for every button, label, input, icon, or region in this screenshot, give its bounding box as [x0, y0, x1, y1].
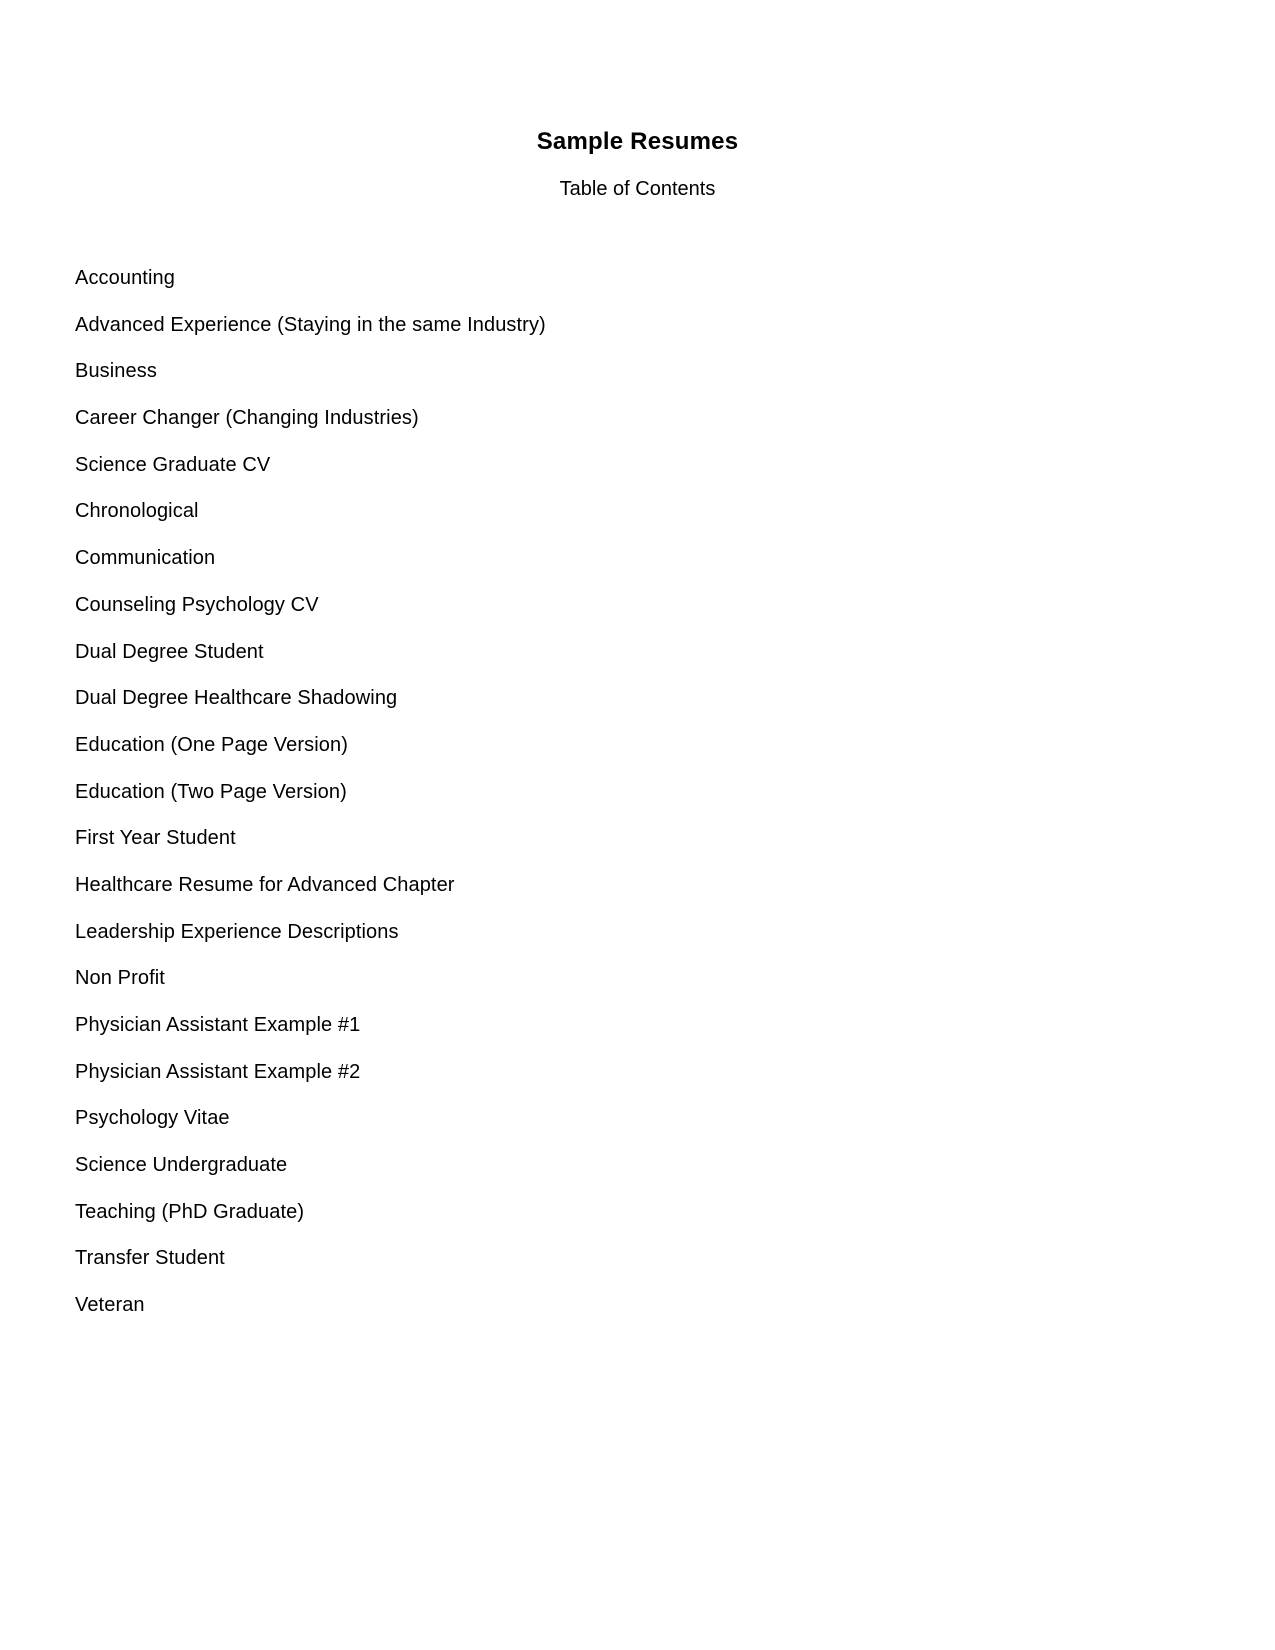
toc-item[interactable]: First Year Student [75, 825, 546, 851]
toc-item[interactable]: Psychology Vitae [75, 1105, 546, 1131]
toc-item[interactable]: Dual Degree Student [75, 639, 546, 665]
toc-item[interactable]: Education (Two Page Version) [75, 779, 546, 805]
toc-item[interactable]: Physician Assistant Example #1 [75, 1012, 546, 1038]
toc-item[interactable]: Teaching (PhD Graduate) [75, 1199, 546, 1225]
toc-item[interactable]: Dual Degree Healthcare Shadowing [75, 685, 546, 711]
toc-item[interactable]: Advanced Experience (Staying in the same… [75, 312, 546, 338]
toc-item[interactable]: Accounting [75, 265, 546, 291]
toc-item[interactable]: Career Changer (Changing Industries) [75, 405, 546, 431]
toc-item[interactable]: Education (One Page Version) [75, 732, 546, 758]
document-page: Sample Resumes Table of Contents Account… [0, 0, 1275, 1650]
table-of-contents: Accounting Advanced Experience (Staying … [75, 265, 546, 1339]
document-subtitle: Table of Contents [559, 178, 716, 200]
toc-item[interactable]: Non Profit [75, 965, 546, 991]
toc-item[interactable]: Healthcare Resume for Advanced Chapter [75, 872, 546, 898]
toc-item[interactable]: Communication [75, 545, 546, 571]
toc-item[interactable]: Physician Assistant Example #2 [75, 1059, 546, 1085]
toc-item[interactable]: Business [75, 358, 546, 384]
toc-item[interactable]: Transfer Student [75, 1245, 546, 1271]
toc-item[interactable]: Science Graduate CV [75, 452, 546, 478]
toc-item[interactable]: Leadership Experience Descriptions [75, 919, 546, 945]
toc-item[interactable]: Veteran [75, 1292, 546, 1318]
toc-item[interactable]: Science Undergraduate [75, 1152, 546, 1178]
toc-item[interactable]: Chronological [75, 498, 546, 524]
toc-item[interactable]: Counseling Psychology CV [75, 592, 546, 618]
document-title: Sample Resumes [536, 128, 739, 155]
